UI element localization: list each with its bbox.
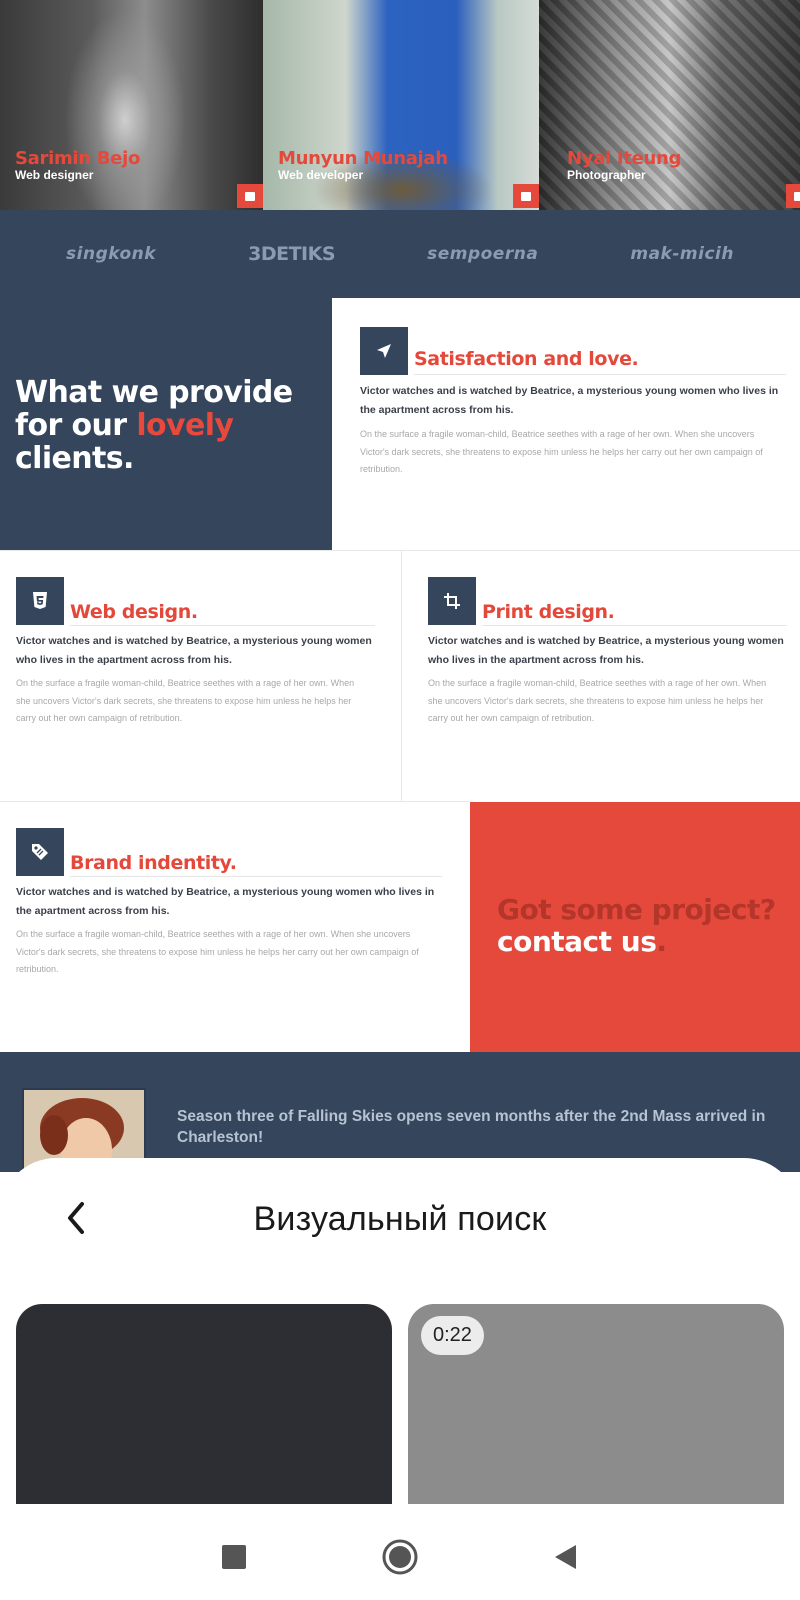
divider — [414, 374, 786, 375]
service-body: On the surface a fragile woman-child, Be… — [16, 929, 419, 974]
client-logo[interactable]: sempoerna — [427, 244, 538, 264]
service-body: On the surface a fragile woman-child, Be… — [360, 429, 763, 474]
cta-dot: . — [656, 925, 667, 958]
video-duration-badge: 0:22 — [421, 1316, 484, 1355]
service-title: Satisfaction and love. — [414, 348, 639, 370]
service-body: On the surface a fragile woman-child, Be… — [16, 678, 355, 723]
service-lead: Victor watches and is watched by Beatric… — [16, 635, 372, 666]
service-title: Print design. — [482, 601, 615, 623]
contact-us-link[interactable]: contact us — [497, 925, 657, 958]
divider — [482, 625, 787, 626]
navigation-arrow-icon — [360, 327, 408, 375]
member-role: Photographer — [567, 168, 646, 182]
member-name: Munyun Munajah — [278, 148, 448, 169]
testimonial-quote: Season three of Falling Skies opens seve… — [177, 1108, 766, 1146]
provide-heading: What we provide for our lovely clients. — [15, 376, 332, 475]
provide-highlight: lovely — [136, 408, 234, 443]
divider — [70, 625, 375, 626]
team-strip: Sarimin Bejo Web designer Munyun Munajah… — [0, 0, 800, 210]
cta-question: Got some project? — [497, 893, 776, 926]
system-nav-bar — [0, 1504, 800, 1600]
member-role: Web designer — [15, 168, 94, 182]
service-title: Web design. — [70, 601, 198, 623]
provide-panel: What we provide for our lovely clients. — [0, 298, 332, 550]
team-member-card[interactable]: Sarimin Bejo Web designer — [0, 0, 263, 210]
service-lead: Victor watches and is watched by Beatric… — [16, 886, 435, 917]
service-title: Brand indentity. — [70, 852, 237, 874]
contact-cta[interactable]: Got some project? contact us. — [470, 802, 800, 1052]
home-circle-icon[interactable] — [375, 1532, 425, 1582]
service-print-design: Print design. Victor watches and is watc… — [402, 551, 800, 801]
tag-icon — [16, 828, 64, 876]
client-logo-band: singkonk 3DETIKS sempoerna mak-micih — [0, 210, 800, 298]
sheet-title: Визуальный поиск — [253, 1200, 547, 1238]
member-link-icon[interactable] — [786, 184, 800, 208]
testimonial-band: Season three of Falling Skies opens seve… — [0, 1052, 800, 1198]
member-link-icon[interactable] — [513, 184, 539, 208]
divider — [70, 876, 442, 877]
service-web-design: Web design. Victor watches and is watche… — [0, 551, 401, 801]
provide-line-1: What we provide — [15, 375, 293, 410]
result-card[interactable] — [16, 1304, 392, 1504]
service-body: On the surface a fragile woman-child, Be… — [428, 678, 767, 723]
member-link-icon[interactable] — [237, 184, 263, 208]
service-brand-identity: Brand indentity. Victor watches and is w… — [0, 802, 470, 1052]
provide-line-2: for our — [15, 408, 137, 443]
html5-icon — [16, 577, 64, 625]
visual-search-sheet: Визуальный поиск 0:22 — [0, 1158, 800, 1504]
service-lead: Victor watches and is watched by Beatric… — [428, 635, 784, 666]
client-logo[interactable]: singkonk — [66, 244, 156, 264]
client-logo[interactable]: 3DETIKS — [248, 243, 335, 265]
member-name: Sarimin Bejo — [15, 148, 141, 169]
member-role: Web developer — [278, 168, 364, 182]
result-card-video[interactable]: 0:22 — [408, 1304, 784, 1504]
back-triangle-icon[interactable] — [540, 1532, 590, 1582]
crop-icon — [428, 577, 476, 625]
team-member-card[interactable]: Nyai Iteung Photographer — [539, 0, 800, 210]
service-lead: Victor watches and is watched by Beatric… — [360, 385, 779, 416]
member-name: Nyai Iteung — [567, 148, 682, 169]
provide-line-3: clients. — [15, 441, 134, 476]
recents-square-icon[interactable] — [209, 1532, 259, 1582]
service-satisfaction: Satisfaction and love. Victor watches an… — [332, 298, 800, 550]
team-member-card[interactable]: Munyun Munajah Web developer — [263, 0, 539, 210]
client-logo[interactable]: mak-micih — [630, 244, 734, 264]
